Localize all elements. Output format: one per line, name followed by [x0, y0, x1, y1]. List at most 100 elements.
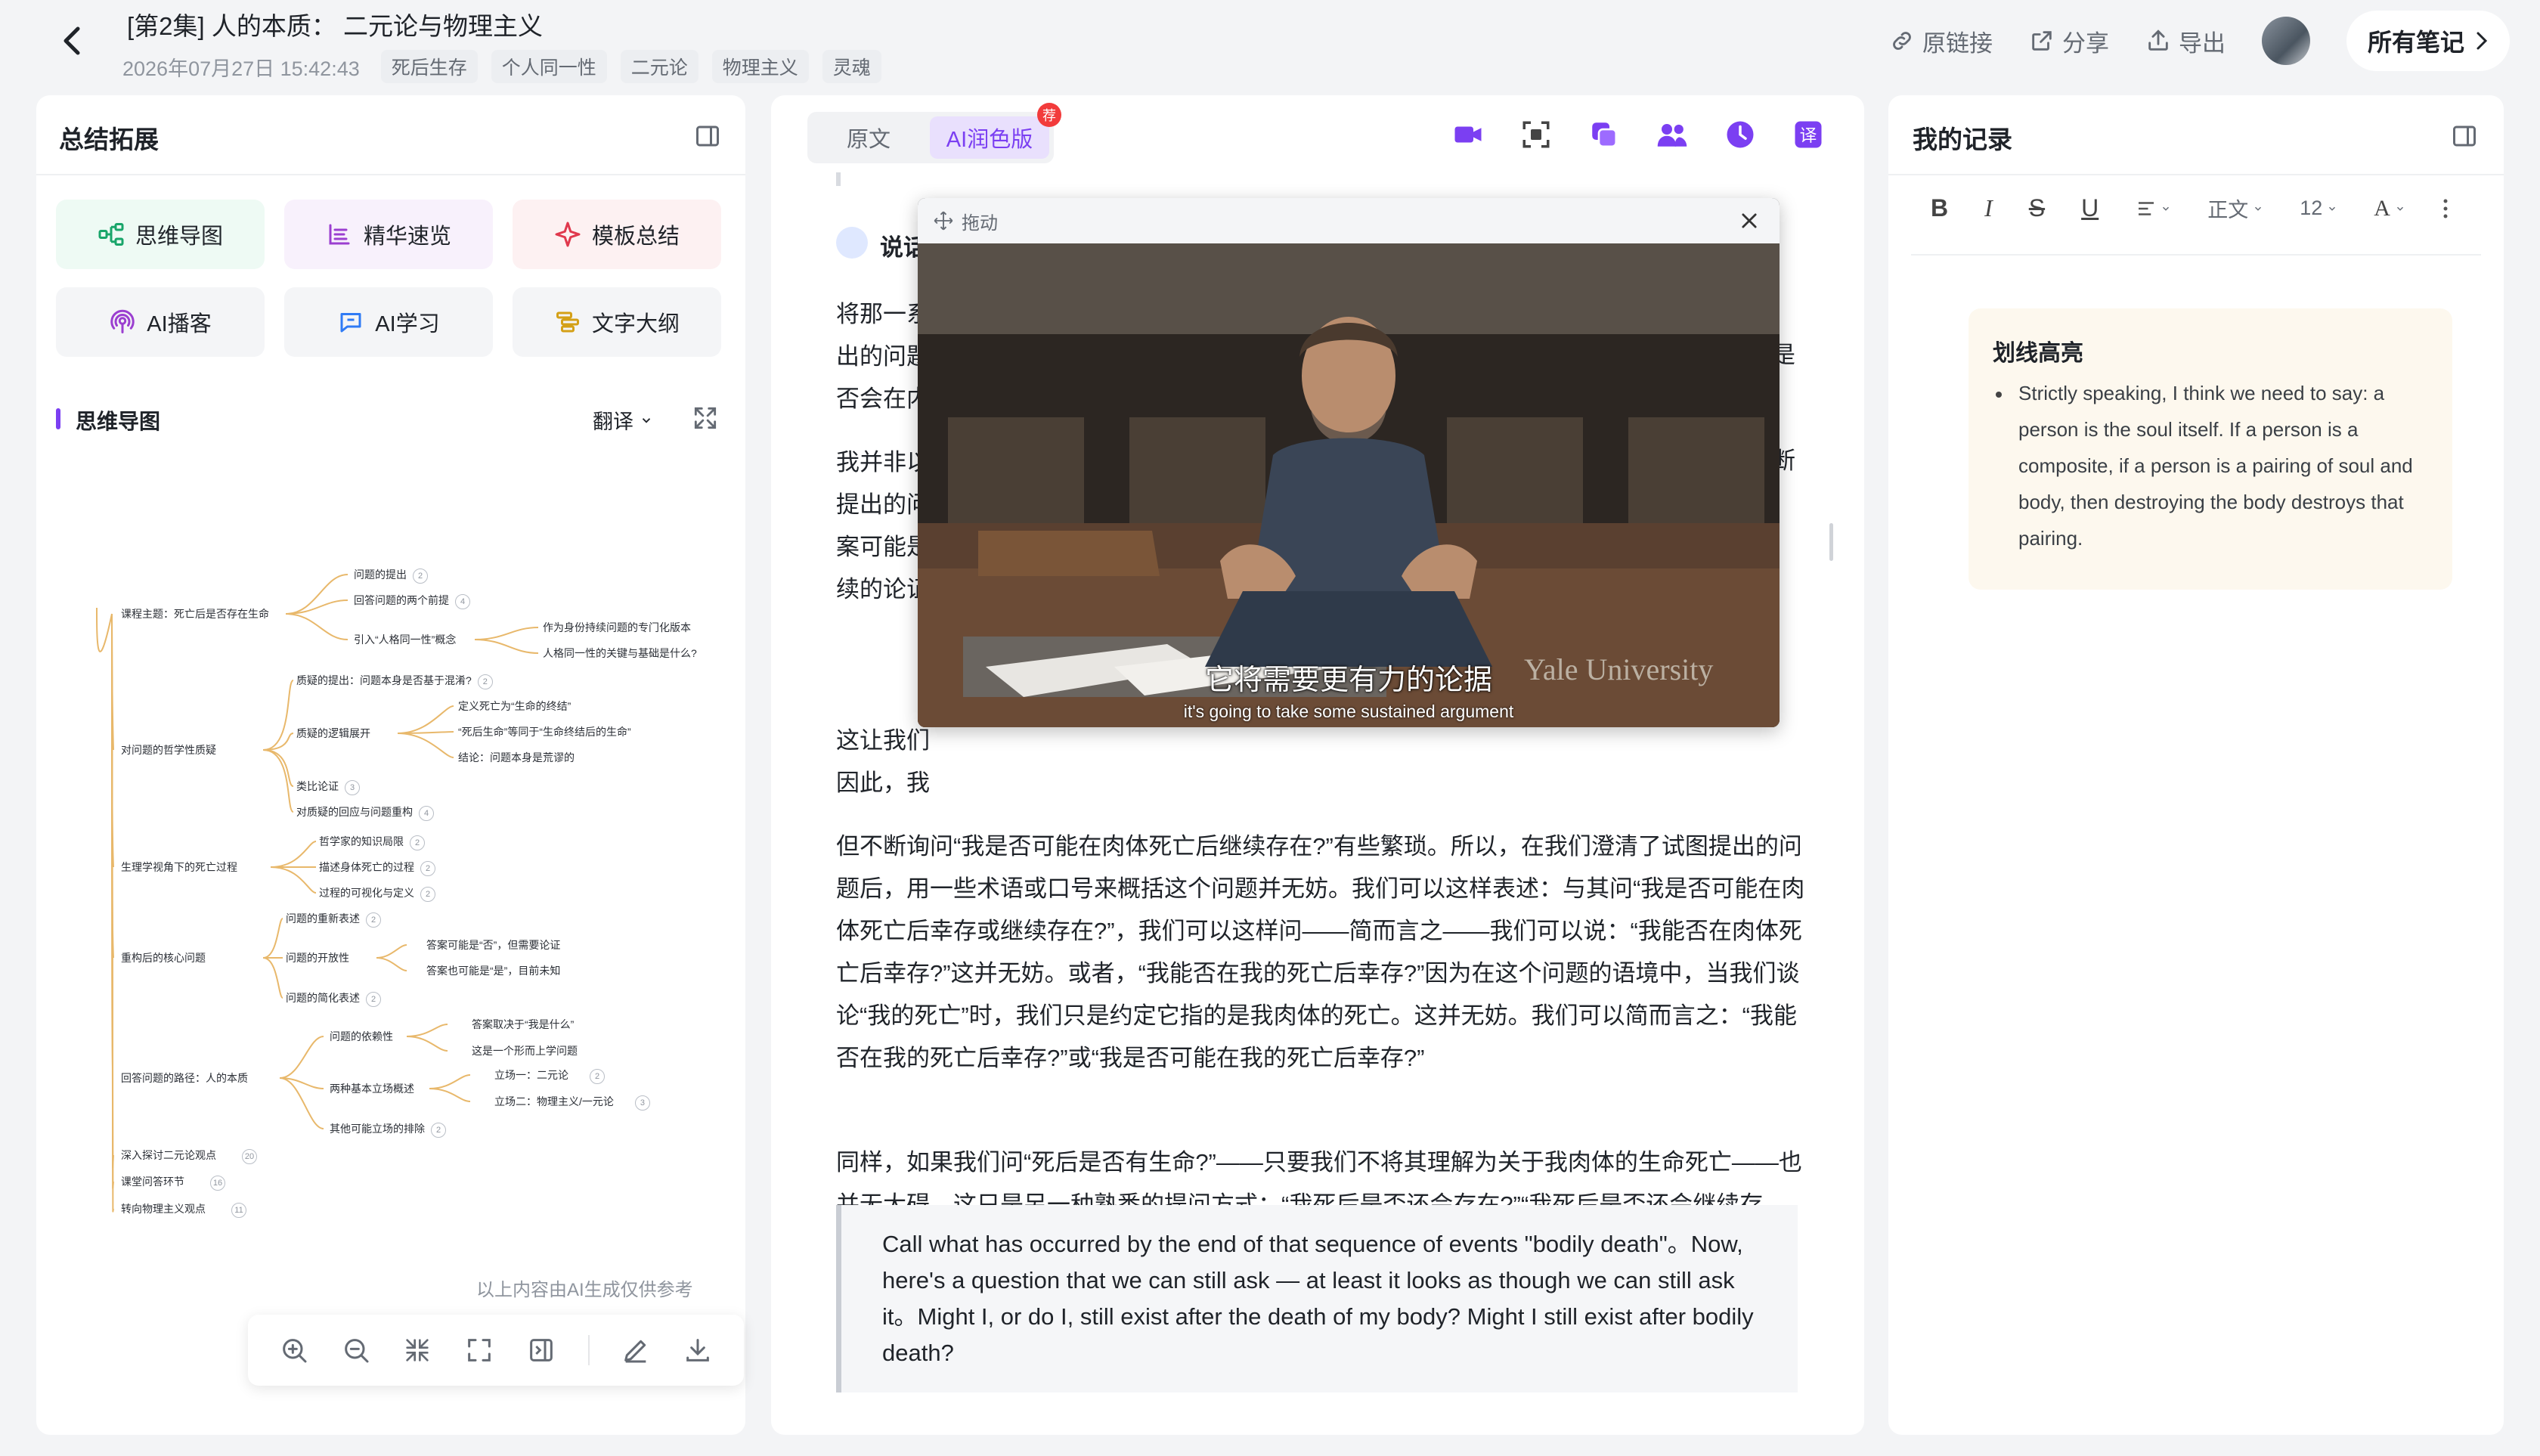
mindmap-node[interactable]: 答案可能是“否”，但需要论证	[426, 937, 560, 953]
text-color-icon: A	[2374, 195, 2390, 221]
source-link-button[interactable]: 原链接	[1889, 24, 1993, 58]
mindmap-node[interactable]: 重构后的核心问题	[121, 950, 206, 965]
count-badge: 2	[590, 1069, 605, 1084]
highlight-card[interactable]: 划线高亮 Strictly speaking, I think we need …	[1968, 308, 2452, 590]
strikethrough-icon[interactable]: S	[2029, 194, 2045, 222]
screenshot-button[interactable]	[1519, 118, 1553, 151]
video-camera-icon	[1454, 126, 1482, 143]
mindmap-node[interactable]: 质疑的逻辑展开	[296, 726, 370, 741]
download-icon[interactable]	[683, 1335, 713, 1365]
collapse-icon[interactable]	[402, 1335, 432, 1365]
mindmap-node[interactable]: 立场一：二元论 2	[494, 1067, 605, 1084]
mindmap-node[interactable]: 作为身份持续问题的专门化版本	[543, 620, 691, 635]
version-switch: 原文 AI润色版	[807, 112, 1054, 163]
mindmap-node[interactable]: 定义死亡为“生命的终结”	[458, 699, 571, 714]
share-button[interactable]: 分享	[2029, 24, 2109, 58]
video-button[interactable]	[1451, 118, 1485, 151]
scrollbar-thumb[interactable]	[1829, 523, 1833, 561]
mindmap-node[interactable]: 结论：问题本身是荒谬的	[458, 750, 575, 765]
close-icon[interactable]	[1739, 210, 1760, 231]
mindmap-node[interactable]: 问题的简化表述 2	[286, 990, 381, 1007]
italic-icon[interactable]: I	[1984, 194, 1993, 222]
tag[interactable]: 物理主义	[711, 50, 809, 83]
notes-panel: 我的记录 B I S U 正文 12 A 划线高亮 Strictly speak…	[1888, 95, 2504, 1435]
recommend-badge: 荐	[1037, 103, 1061, 127]
editor-toolbar: B I S U 正文 12 A	[1931, 194, 2449, 223]
mindmap-lines	[96, 574, 539, 1213]
tab-ai-polished[interactable]: AI润色版	[930, 116, 1049, 159]
history-button[interactable]	[1724, 118, 1757, 151]
font-size-dropdown[interactable]: 12	[2300, 197, 2337, 220]
side-panel-icon[interactable]	[526, 1335, 556, 1365]
copy-button[interactable]	[1588, 118, 1621, 151]
video-drag-bar[interactable]: 拖动	[918, 198, 1780, 243]
summary-panel: 总结拓展 思维导图 精华速览 模板总结 AI播客 AI学习 文字大纲 思维导图 …	[36, 95, 745, 1435]
translate-button[interactable]: 译	[1792, 118, 1825, 151]
all-notes-button[interactable]: 所有笔记	[2346, 11, 2510, 71]
bold-icon[interactable]: B	[1931, 194, 1948, 222]
mindmap-node[interactable]: 类比论证 3	[296, 779, 360, 795]
tag[interactable]: 二元论	[620, 50, 698, 83]
mindmap-node[interactable]: 这是一个形而上学问题	[472, 1043, 578, 1058]
count-badge: 11	[231, 1203, 246, 1218]
mindmap-node[interactable]: 回答问题的路径：人的本质	[121, 1070, 248, 1086]
mindmap-node[interactable]: 引入“人格同一性”概念	[354, 632, 456, 647]
mindmap-node[interactable]: 过程的可视化与定义 2	[319, 885, 435, 902]
mindmap-node[interactable]: 人格同一性的关键与基础是什么?	[543, 646, 697, 661]
collapse-panel-button[interactable]	[2451, 122, 2478, 153]
count-badge: 2	[366, 992, 381, 1007]
mindmap-node[interactable]: 深入探讨二元论观点 20	[121, 1148, 257, 1164]
back-button[interactable]	[53, 21, 92, 60]
svg-text:译: 译	[1800, 126, 1817, 146]
copy-icon	[1592, 122, 1618, 148]
header-actions: 原链接 分享 导出 所有笔记	[1889, 11, 2510, 71]
floating-video-player[interactable]: 拖动 它将需要更有力的论据 it's going to take some su…	[918, 198, 1780, 727]
align-dropdown[interactable]	[2135, 197, 2171, 220]
scan-icon	[1522, 121, 1550, 148]
divider	[587, 1335, 590, 1365]
mindmap-node[interactable]: 两种基本立场概述	[330, 1081, 414, 1096]
mindmap-node[interactable]: 对质疑的回应与问题重构 4	[296, 804, 434, 821]
count-badge: 3	[345, 780, 360, 795]
mindmap-node[interactable]: 其他可能立场的排除 2	[330, 1121, 446, 1138]
media-toolbar: 译	[1451, 118, 1825, 151]
mindmap-node[interactable]: 质疑的提出：问题本身是否基于混淆? 2	[296, 673, 493, 689]
users-icon	[1657, 124, 1687, 147]
chevron-right-icon	[2476, 32, 2488, 50]
zoom-out-icon[interactable]	[341, 1335, 371, 1365]
pen-icon[interactable]	[621, 1335, 651, 1365]
tag[interactable]: 个人同一性	[491, 50, 607, 83]
mindmap-node[interactable]: 问题的提出 2	[354, 567, 428, 584]
mindmap-node[interactable]: 课程主题：死亡后是否存在生命	[121, 606, 269, 621]
mindmap-node[interactable]: 答案也可能是“是”，目前未知	[426, 963, 560, 978]
mindmap-node[interactable]: 问题的依赖性	[330, 1029, 393, 1044]
tag[interactable]: 死后生存	[380, 50, 478, 83]
underline-icon[interactable]: U	[2081, 194, 2099, 222]
meta-row: 2026年07月27日 15:42:43 死后生存 个人同一性 二元论 物理主义…	[122, 50, 881, 83]
paragraph-style-dropdown[interactable]: 正文	[2207, 194, 2263, 223]
mindmap-node[interactable]: “死后生命”等同于“生命终结后的生命”	[458, 724, 631, 739]
mindmap-node[interactable]: 答案取决于“我是什么”	[472, 1017, 574, 1032]
more-icon[interactable]	[2442, 197, 2449, 220]
tag[interactable]: 灵魂	[822, 50, 881, 83]
upload-icon	[2148, 29, 2168, 51]
fit-screen-icon[interactable]	[464, 1335, 494, 1365]
mindmap-node[interactable]: 转向物理主义观点 11	[121, 1201, 246, 1218]
mindmap-node[interactable]: 哲学家的知识局限 2	[319, 834, 425, 850]
avatar[interactable]	[2261, 17, 2310, 65]
mindmap-node[interactable]: 课堂问答环节 16	[121, 1174, 225, 1191]
mindmap-node[interactable]: 生理学视角下的死亡过程	[121, 860, 237, 875]
mindmap-node[interactable]: 对问题的哲学性质疑	[121, 742, 216, 757]
translate-icon: 译	[1795, 121, 1822, 148]
mindmap-node[interactable]: 回答问题的两个前提 4	[354, 593, 470, 609]
export-button[interactable]: 导出	[2145, 24, 2226, 58]
speakers-button[interactable]	[1656, 118, 1689, 151]
mindmap-node[interactable]: 问题的开放性	[286, 950, 349, 965]
text-color-dropdown[interactable]: A	[2374, 196, 2405, 221]
count-badge: 2	[431, 1123, 446, 1138]
zoom-in-icon[interactable]	[279, 1335, 309, 1365]
tab-original[interactable]: 原文	[812, 116, 925, 159]
mindmap-node[interactable]: 立场二：物理主义/一元论 3	[494, 1094, 650, 1111]
mindmap-node[interactable]: 描述身体死亡的过程 2	[319, 860, 435, 876]
mindmap-node[interactable]: 问题的重新表述 2	[286, 911, 381, 928]
